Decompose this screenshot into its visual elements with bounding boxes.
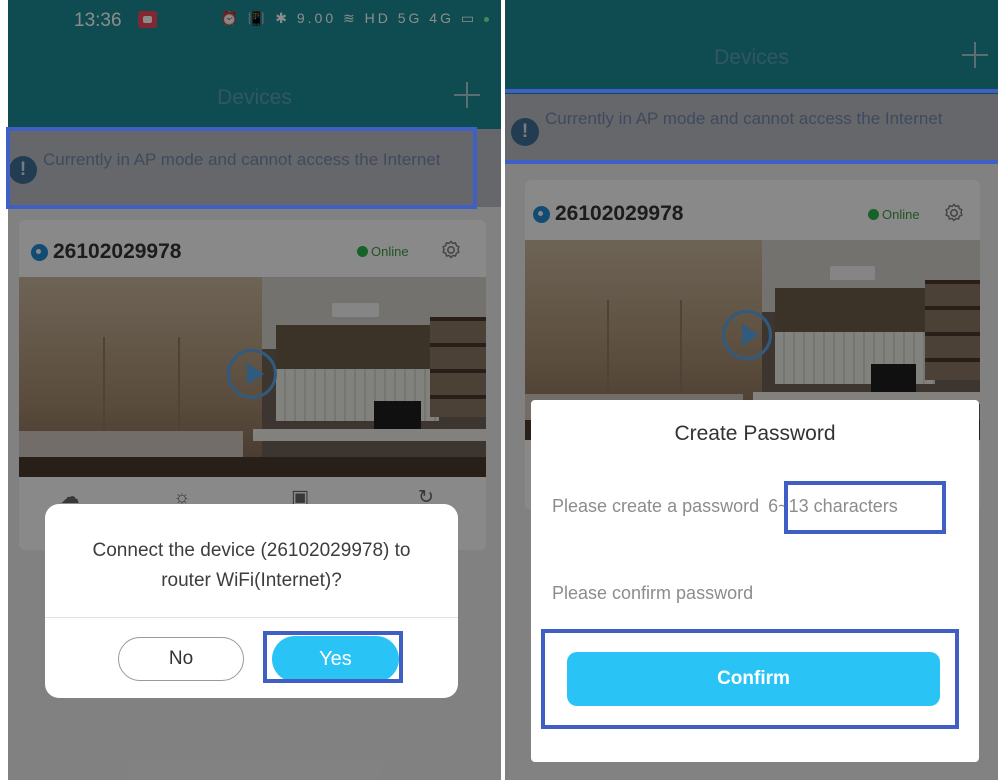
password-field[interactable]: Please create a password 6~13 characters <box>552 496 898 517</box>
confirm-password-field[interactable]: Please confirm password <box>552 583 753 604</box>
no-button[interactable]: No <box>118 637 244 681</box>
highlight-ap-banner-top-right <box>505 89 998 93</box>
confirm-button[interactable]: Confirm <box>567 652 940 706</box>
dialog-message: Connect the device (26102029978) to rout… <box>92 540 411 591</box>
dialog-title: Create Password <box>674 422 836 445</box>
left-screen: 13:36 ⏰ 📳 ✱ 9.00 ≋ HD 5G 4G ▭ Devices ! … <box>8 0 501 780</box>
connect-wifi-dialog: Connect the device (26102029978) to rout… <box>45 504 458 698</box>
password-hint: 6~13 characters <box>768 496 898 516</box>
right-screen: Devices ! Currently in AP mode and canno… <box>505 0 998 780</box>
dialog-divider <box>45 617 458 618</box>
highlight-ap-banner-bottom-right <box>505 160 998 164</box>
create-password-dialog: Create Password Please create a password… <box>531 400 979 762</box>
yes-button[interactable]: Yes <box>272 636 399 682</box>
